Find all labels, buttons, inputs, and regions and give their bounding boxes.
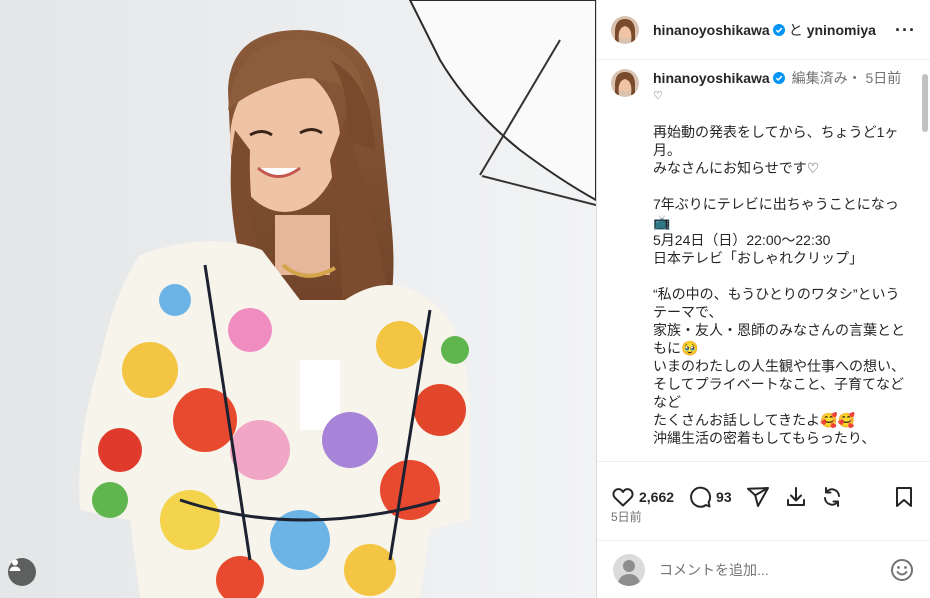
caption-scroll-area[interactable]: hinanoyoshikawa 編集済み・ 5日前 ♡ 再始動の発表をしてから、…	[597, 61, 930, 461]
caption-text: 再始動の発表をしてから、ちょうど1ヶ月。 みなさんにお知らせです♡ 7年ぶりにテ…	[653, 124, 905, 446]
caption-header: hinanoyoshikawa 編集済み・ 5日前 ♡	[611, 69, 916, 105]
avatar-image	[611, 15, 639, 44]
photo-illustration	[0, 0, 596, 598]
comment-box	[597, 540, 930, 598]
collaborator-username[interactable]: yninomiya	[807, 22, 876, 38]
avatar-image	[611, 69, 639, 97]
emoji-icon[interactable]	[890, 558, 914, 582]
caption-username-text: hinanoyoshikawa	[653, 70, 770, 86]
save-icon[interactable]	[892, 485, 916, 509]
scrollbar-thumb[interactable]	[922, 74, 928, 132]
comment-action[interactable]: 93	[688, 485, 732, 509]
edited-label: 編集済み・ 5日前	[791, 70, 902, 86]
repost-action[interactable]	[820, 485, 844, 509]
repost-icon[interactable]	[820, 485, 844, 509]
collab-joiner: と	[788, 21, 803, 38]
author-username[interactable]: hinanoyoshikawa	[653, 22, 770, 38]
post-header: hinanoyoshikawa と yninomiya ···	[597, 0, 930, 60]
verified-icon	[772, 23, 785, 36]
caption-meta: hinanoyoshikawa 編集済み・ 5日前 ♡	[653, 69, 901, 105]
user-tag-button[interactable]	[8, 558, 36, 586]
caption-username[interactable]: hinanoyoshikawa	[653, 69, 785, 87]
download-action[interactable]	[784, 485, 808, 509]
share-icon[interactable]	[746, 485, 770, 509]
comment-count[interactable]: 93	[716, 489, 732, 505]
share-action[interactable]	[746, 485, 770, 509]
verified-icon	[772, 72, 785, 84]
author-avatar[interactable]	[611, 15, 639, 44]
default-avatar-icon	[617, 559, 641, 586]
post-photo[interactable]	[0, 0, 596, 598]
post-timestamp[interactable]: 5日前	[611, 508, 642, 525]
caption-avatar[interactable]	[611, 69, 639, 97]
more-icon[interactable]: ···	[895, 21, 916, 39]
download-icon[interactable]	[784, 485, 808, 509]
like-count[interactable]: 2,662	[639, 489, 674, 505]
post-dialog: hinanoyoshikawa と yninomiya ··· hinanoyo…	[0, 0, 930, 598]
avatar	[613, 553, 645, 586]
comment-icon[interactable]	[688, 485, 712, 509]
like-action[interactable]: 2,662	[611, 485, 674, 509]
save-action[interactable]	[892, 485, 916, 509]
user-tag-icon	[9, 559, 21, 571]
action-bar: 2,662 93	[597, 461, 930, 517]
comment-input[interactable]	[659, 561, 859, 578]
header-usernames: hinanoyoshikawa と yninomiya	[653, 20, 876, 40]
heart-icon: ♡	[653, 90, 663, 102]
heart-icon[interactable]	[611, 485, 635, 509]
post-sidebar: hinanoyoshikawa と yninomiya ··· hinanoyo…	[596, 0, 930, 598]
